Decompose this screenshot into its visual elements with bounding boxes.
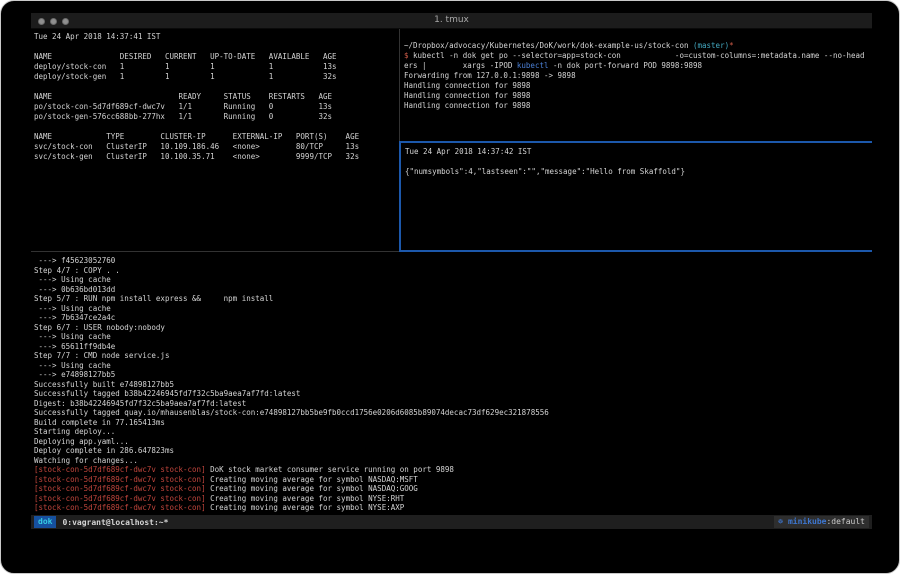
- kubernetes-icon: ☸: [778, 517, 788, 526]
- terminal-line: Watching for changes...: [34, 456, 872, 466]
- terminal-line: ---> Using cache: [34, 275, 872, 285]
- terminal-line: ---> 65611ff9db4e: [34, 342, 872, 352]
- terminal-line: NAME TYPE CLUSTER-IP EXTERNAL-IP PORT(S)…: [34, 132, 399, 142]
- pane-divider-main-left[interactable]: [31, 251, 399, 252]
- pane-kubectl-watch[interactable]: Tue 24 Apr 2018 14:37:41 IST NAME DESIRE…: [31, 29, 399, 251]
- pane-skaffold-build[interactable]: ---> f45623052760Step 4/7 : COPY . . ---…: [31, 253, 872, 515]
- terminal-line: Successfully tagged quay.io/mhausenblas/…: [34, 408, 872, 418]
- terminal-line: Handling connection for 9898: [404, 91, 872, 101]
- terminal-line: Step 4/7 : COPY . .: [34, 266, 872, 276]
- terminal-line: Step 7/7 : CMD node service.js: [34, 351, 872, 361]
- terminal-line: [405, 157, 872, 167]
- terminal-line: svc/stock-con ClusterIP 10.109.186.46 <n…: [34, 142, 399, 152]
- pane-divider-vertical-active[interactable]: [399, 141, 401, 251]
- kube-context: minikube: [788, 517, 827, 526]
- terminal-line: [34, 82, 399, 92]
- terminal-line: [stock-con-5d7df689cf-dwc7v stock-con] C…: [34, 475, 872, 485]
- terminal-line: Digest: b38b42246945fd7f32c5ba9aea7af7fd…: [34, 399, 872, 409]
- terminal-line: Tue 24 Apr 2018 14:37:41 IST: [34, 32, 399, 42]
- terminal-line: deploy/stock-con 1 1 1 1 13s: [34, 62, 399, 72]
- terminal-line: ---> Using cache: [34, 304, 872, 314]
- terminal-line: ---> Using cache: [34, 332, 872, 342]
- terminal-line: ---> Using cache: [34, 361, 872, 371]
- terminal-line: Step 6/7 : USER nobody:nobody: [34, 323, 872, 333]
- terminal-line: [stock-con-5d7df689cf-dwc7v stock-con] C…: [34, 494, 872, 504]
- pane-divider-vertical-top[interactable]: [399, 29, 400, 141]
- terminal-line: Tue 24 Apr 2018 14:37:42 IST: [405, 147, 872, 157]
- terminal-line: Deploying app.yaml...: [34, 437, 872, 447]
- terminal-line: [stock-con-5d7df689cf-dwc7v stock-con] C…: [34, 503, 872, 513]
- terminal-line: [34, 42, 399, 52]
- terminal-line: Starting deploy...: [34, 427, 872, 437]
- terminal-line: Forwarding from 127.0.0.1:9898 -> 9898: [404, 71, 872, 81]
- terminal-line: ~/Dropbox/advocacy/Kubernetes/DoK/work/d…: [404, 41, 872, 51]
- terminal-window: 1. tmux Tue 24 Apr 2018 14:37:41 IST NAM…: [31, 13, 872, 529]
- kube-namespace: :default: [826, 517, 865, 526]
- terminal-line: Successfully built e74898127bb5: [34, 380, 872, 390]
- tmux-status-bar: dok 0:vagrant@localhost:~* ☸ minikube:de…: [31, 515, 872, 529]
- pane-port-forward[interactable]: ~/Dropbox/advocacy/Kubernetes/DoK/work/d…: [401, 29, 872, 141]
- terminal-line: NAME DESIRED CURRENT UP-TO-DATE AVAILABL…: [34, 52, 399, 62]
- status-right: ☸ minikube:default: [774, 516, 869, 528]
- window-titlebar: 1. tmux: [31, 13, 872, 29]
- terminal-line: ---> 0b636bd013dd: [34, 285, 872, 295]
- terminal-line: Handling connection for 9898: [404, 81, 872, 91]
- window-title: 1. tmux: [31, 15, 872, 25]
- terminal-line: ers | xargs -IPOD kubectl -n dok port-fo…: [404, 61, 872, 71]
- terminal-line: [stock-con-5d7df689cf-dwc7v stock-con] D…: [34, 465, 872, 475]
- terminal-line: {"numsymbols":4,"lastseen":"","message":…: [405, 167, 872, 177]
- pane-divider-main-right[interactable]: [399, 250, 872, 252]
- terminal-line: Handling connection for 9898: [404, 101, 872, 111]
- pane-divider-right-middle[interactable]: [399, 141, 872, 143]
- terminal-line: ---> e74898127bb5: [34, 370, 872, 380]
- terminal-line: Deploy complete in 286.647823ms: [34, 446, 872, 456]
- pane-service-output[interactable]: Tue 24 Apr 2018 14:37:42 IST {"numsymbol…: [402, 143, 872, 251]
- terminal-line: Step 5/7 : RUN npm install express && np…: [34, 294, 872, 304]
- terminal-line: deploy/stock-gen 1 1 1 1 32s: [34, 72, 399, 82]
- terminal-line: Build complete in 77.165413ms: [34, 418, 872, 428]
- window-list-item[interactable]: 0:vagrant@localhost:~*: [62, 518, 168, 527]
- terminal-line: [34, 122, 399, 132]
- terminal-line: NAME READY STATUS RESTARTS AGE: [34, 92, 399, 102]
- terminal-line: po/stock-con-5d7df689cf-dwc7v 1/1 Runnin…: [34, 102, 399, 112]
- terminal-line: svc/stock-gen ClusterIP 10.100.35.71 <no…: [34, 152, 399, 162]
- session-name-badge[interactable]: dok: [34, 516, 56, 528]
- terminal-line: $ kubectl -n dok get po --selector=app=s…: [404, 51, 872, 61]
- terminal-line: po/stock-gen-576cc688bb-277hx 1/1 Runnin…: [34, 112, 399, 122]
- screenshot-canvas: 1. tmux Tue 24 Apr 2018 14:37:41 IST NAM…: [0, 0, 900, 574]
- tmux-content: Tue 24 Apr 2018 14:37:41 IST NAME DESIRE…: [31, 29, 872, 515]
- terminal-line: ---> f45623052760: [34, 256, 872, 266]
- terminal-line: Successfully tagged b38b42246945fd7f32c5…: [34, 389, 872, 399]
- terminal-line: ---> 7b6347ce2a4c: [34, 313, 872, 323]
- terminal-line: [stock-con-5d7df689cf-dwc7v stock-con] C…: [34, 484, 872, 494]
